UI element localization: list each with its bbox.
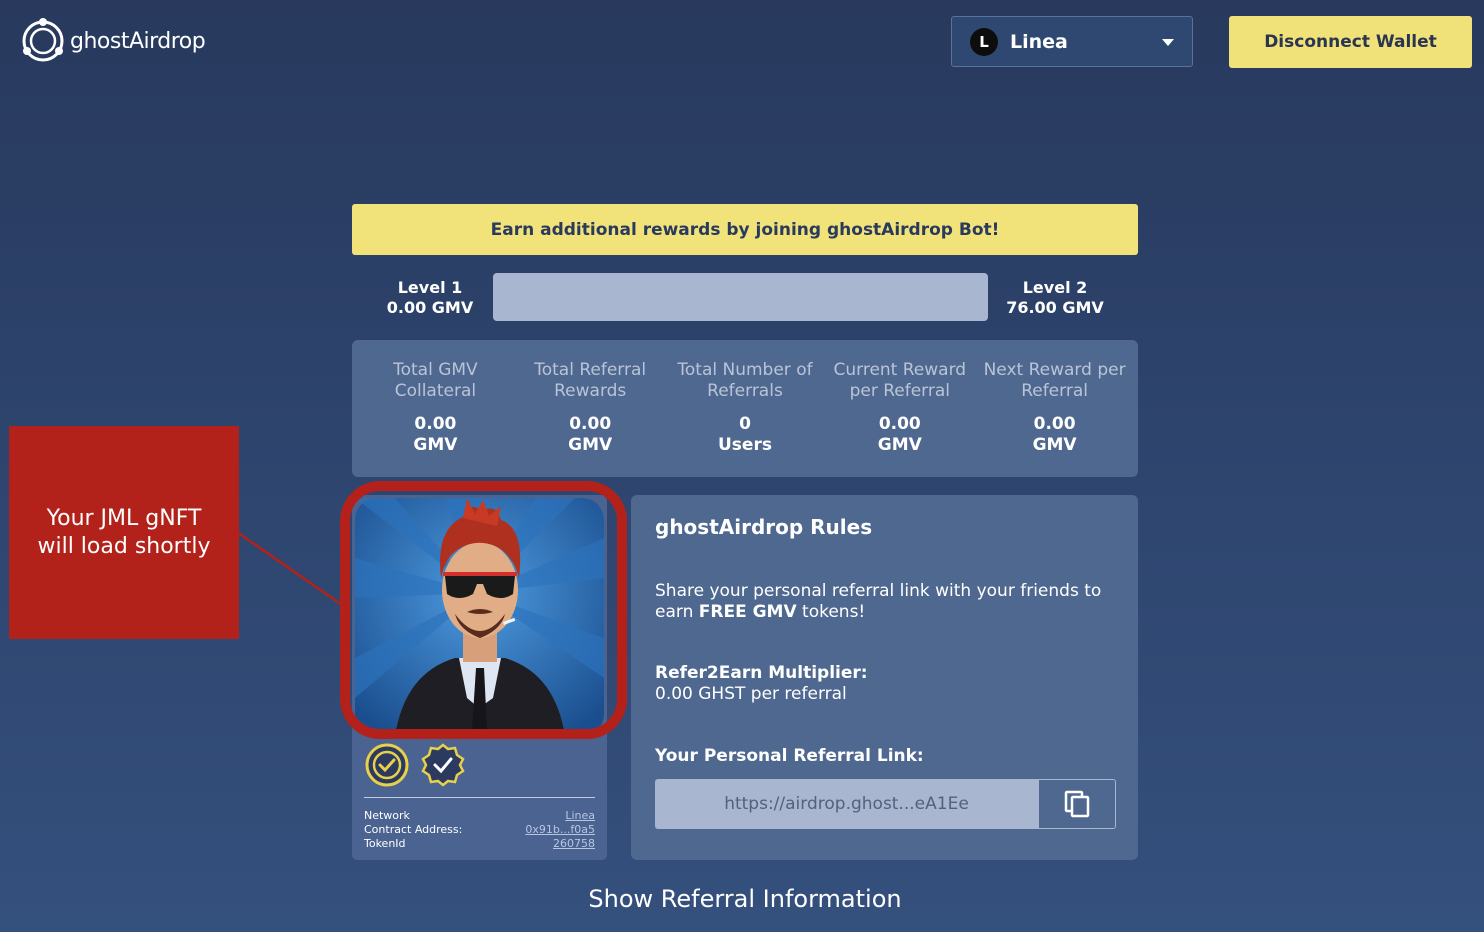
- nft-badges: [365, 743, 465, 787]
- stat-value: 0.00 GMV: [977, 414, 1132, 456]
- stats-panel: Total GMV Collateral 0.00 GMV Total Refe…: [352, 340, 1138, 477]
- network-label: Linea: [1010, 30, 1068, 53]
- network-meta-link[interactable]: Linea: [565, 809, 595, 823]
- contract-meta-label: Contract Address:: [364, 823, 463, 836]
- current-level-name: Level 1: [397, 278, 463, 297]
- stat-label: Total Number of Referrals: [677, 360, 813, 401]
- rules-text-bold: FREE GMV: [698, 602, 797, 622]
- stat-total-gmv-collateral: Total GMV Collateral 0.00 GMV: [358, 340, 513, 477]
- nft-loading-callout: Your JML gNFT will load shortly: [9, 426, 239, 639]
- next-level-name: Level 2: [1022, 278, 1088, 297]
- nft-card: Network Linea Contract Address: 0x91b...…: [352, 495, 607, 860]
- stat-total-number-of-referrals: Total Number of Referrals 0 Users: [668, 340, 823, 477]
- copy-link-button[interactable]: [1038, 779, 1116, 829]
- level-progress-bar: [493, 273, 988, 321]
- stat-amount: 0.00: [1033, 414, 1076, 434]
- stat-unit: Users: [718, 435, 772, 455]
- rules-text-part: tokens!: [796, 602, 866, 622]
- network-selector[interactable]: L Linea: [951, 16, 1193, 67]
- copy-icon: [1064, 790, 1090, 818]
- stat-amount: 0.00: [569, 414, 612, 434]
- stat-value: 0 Users: [668, 414, 823, 456]
- rules-description: Share your personal referral link with y…: [655, 581, 1116, 623]
- app-logo[interactable]: ghostAirdrop: [18, 16, 206, 66]
- current-level-value: 0.00 GMV: [386, 298, 474, 317]
- stat-value: 0.00 GMV: [822, 414, 977, 456]
- stat-unit: GMV: [568, 435, 613, 455]
- stat-total-referral-rewards: Total Referral Rewards 0.00 GMV: [513, 340, 668, 477]
- token-meta-label: TokenId: [364, 837, 406, 850]
- verified-seal-icon: [365, 743, 409, 787]
- next-level-value: 76.00 GMV: [1006, 298, 1104, 317]
- stat-unit: GMV: [413, 435, 458, 455]
- stat-label: Total GMV Collateral: [393, 360, 478, 401]
- stat-amount: 0.00: [414, 414, 457, 434]
- stat-current-reward-per-referral: Current Reward per Referral 0.00 GMV: [822, 340, 977, 477]
- multiplier-value: 0.00 GHST per referral: [655, 684, 847, 704]
- token-id-link[interactable]: 260758: [553, 837, 595, 851]
- callout-text: Your JML gNFT will load shortly: [37, 505, 211, 559]
- contract-address-link[interactable]: 0x91b...f0a5: [525, 823, 595, 837]
- stat-value: 0.00 GMV: [513, 414, 668, 456]
- referral-link-input[interactable]: [655, 779, 1038, 829]
- stat-amount: 0: [739, 414, 751, 434]
- stat-unit: GMV: [1032, 435, 1077, 455]
- checkmark-badge-icon: [421, 743, 465, 787]
- current-level: Level 1 0.00 GMV: [372, 278, 488, 318]
- linea-network-icon: L: [970, 27, 998, 56]
- disconnect-wallet-button[interactable]: Disconnect Wallet: [1229, 16, 1472, 68]
- nft-metadata: Network Linea Contract Address: 0x91b...…: [364, 809, 595, 851]
- referral-link-row: [655, 779, 1116, 829]
- stat-amount: 0.00: [878, 414, 921, 434]
- network-meta-label: Network: [364, 809, 410, 822]
- chevron-down-icon: [1162, 39, 1174, 46]
- nft-divider: [364, 797, 595, 798]
- rules-title: ghostAirdrop Rules: [655, 515, 873, 539]
- stat-label: Total Referral Rewards: [534, 360, 647, 401]
- stat-unit: GMV: [877, 435, 922, 455]
- stat-value: 0.00 GMV: [358, 414, 513, 456]
- referral-link-title: Your Personal Referral Link:: [655, 746, 924, 766]
- stat-next-reward-per-referral: Next Reward per Referral 0.00 GMV: [977, 340, 1132, 477]
- next-level: Level 2 76.00 GMV: [995, 278, 1115, 318]
- multiplier-title: Refer2Earn Multiplier:: [655, 663, 868, 683]
- ghost-logo-icon: [22, 18, 64, 62]
- nft-avatar-image: [355, 498, 604, 736]
- stat-label: Next Reward per Referral: [983, 360, 1126, 401]
- join-bot-banner[interactable]: Earn additional rewards by joining ghost…: [352, 204, 1138, 255]
- show-referral-info-link[interactable]: Show Referral Information: [552, 885, 938, 913]
- stat-label: Current Reward per Referral: [833, 360, 967, 401]
- rules-panel: ghostAirdrop Rules Share your personal r…: [631, 495, 1138, 860]
- logo-text: ghostAirdrop: [70, 28, 206, 54]
